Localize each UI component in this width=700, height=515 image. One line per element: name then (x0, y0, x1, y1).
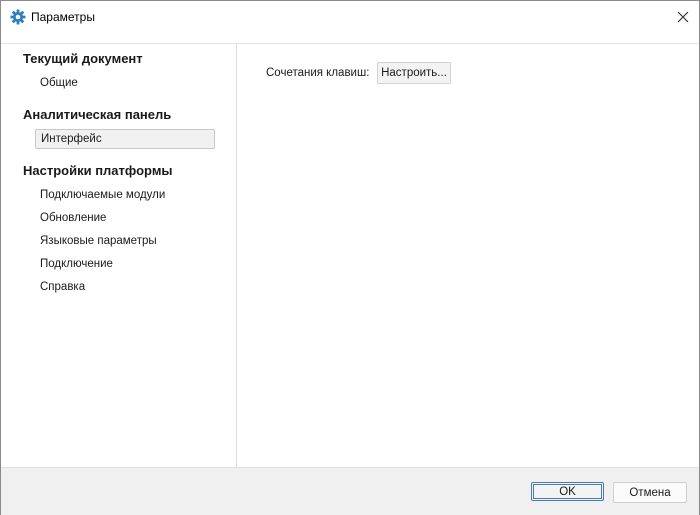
ok-button[interactable]: OK (531, 482, 604, 501)
sidebar-item-update[interactable]: Обновление (35, 208, 215, 228)
gear-icon (10, 9, 26, 25)
cancel-button[interactable]: Отмена (613, 482, 687, 503)
dialog-footer: OK Отмена (1, 467, 699, 515)
sidebar: Текущий документ Общие Аналитическая пан… (1, 44, 237, 467)
sidebar-item-general[interactable]: Общие (35, 73, 215, 93)
settings-dialog: Параметры Текущий документ Общие Аналити… (0, 0, 700, 515)
sidebar-item-language[interactable]: Языковые параметры (35, 231, 215, 251)
content-panel: Сочетания клавиш: Настроить... (237, 44, 699, 467)
sidebar-item-help[interactable]: Справка (35, 277, 215, 297)
shortcuts-label: Сочетания клавиш: (266, 67, 370, 79)
window-title: Параметры (31, 10, 95, 24)
sidebar-item-interface[interactable]: Интерфейс (35, 129, 215, 149)
sidebar-item-connection[interactable]: Подключение (35, 254, 215, 274)
close-button[interactable] (667, 1, 699, 32)
close-icon (677, 11, 689, 22)
configure-shortcuts-button[interactable]: Настроить... (377, 62, 451, 84)
title-bar: Параметры (1, 1, 699, 32)
section-header-platform-settings: Настройки платформы (23, 163, 173, 178)
sidebar-item-plugins[interactable]: Подключаемые модули (35, 185, 215, 205)
section-header-current-document: Текущий документ (23, 51, 143, 66)
section-header-analytics-panel: Аналитическая панель (23, 107, 172, 122)
